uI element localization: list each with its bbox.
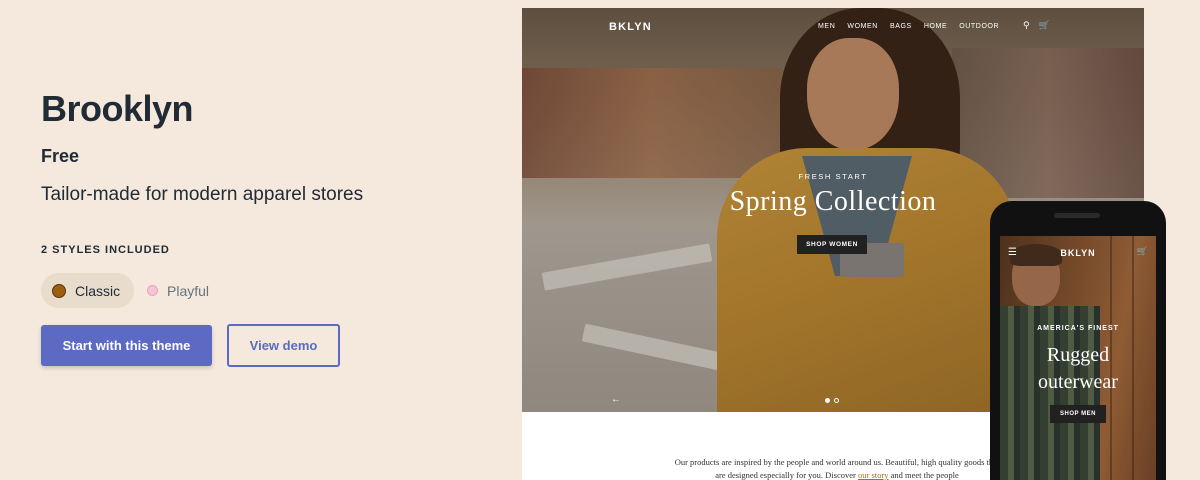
classic-swatch-icon — [52, 283, 66, 298]
shop-men-button[interactable]: SHOP MEN — [1050, 405, 1106, 423]
slideshow-dots — [825, 398, 839, 403]
style-option-label: Classic — [75, 282, 121, 299]
nav-item-men[interactable]: MEN — [818, 23, 835, 30]
mobile-headline-line1: Rugged — [1046, 344, 1110, 366]
nav-item-women[interactable]: WOMEN — [847, 23, 878, 30]
arrow-left-icon[interactable]: ← — [611, 394, 621, 405]
style-option-playful[interactable]: Playful — [136, 273, 223, 308]
mobile-headline-line2: outerwear — [1038, 371, 1118, 393]
cart-icon[interactable]: 🛒 — [1039, 20, 1050, 31]
our-story-link[interactable]: our story — [858, 470, 888, 480]
intro-text: Our products are inspired by the people … — [672, 456, 1002, 480]
theme-tagline: Tailor-made for modern apparel stores — [41, 184, 364, 205]
phone-speaker — [1054, 213, 1100, 218]
view-demo-button[interactable]: View demo — [227, 324, 340, 367]
nav-item-bags[interactable]: BAGS — [890, 23, 912, 30]
phone-screen: ☰ BKLYN 🛒 AMERICA'S FINEST Rugged outerw… — [1000, 236, 1156, 480]
slide-dot[interactable] — [825, 398, 830, 403]
theme-price: Free — [41, 146, 80, 166]
playful-swatch-icon — [147, 285, 158, 296]
slide-dot[interactable] — [834, 398, 839, 403]
search-icon[interactable]: ⚲ — [1023, 20, 1030, 31]
styles-heading: 2 STYLES INCLUDED — [41, 244, 170, 256]
mobile-hero-headline: Rugged outerwear — [1000, 342, 1156, 396]
theme-title: Brooklyn — [41, 88, 194, 129]
hero-kicker: FRESH START — [798, 172, 868, 181]
mobile-store-logo[interactable]: BKLYN — [1000, 248, 1156, 258]
style-option-label: Playful — [167, 282, 210, 299]
store-logo[interactable]: BKLYN — [609, 21, 652, 33]
mobile-hero-kicker: AMERICA'S FINEST — [1037, 325, 1119, 332]
store-nav-icons: ⚲ 🛒 — [1023, 20, 1050, 31]
nav-item-home[interactable]: HOME — [924, 23, 947, 30]
mobile-preview: ☰ BKLYN 🛒 AMERICA'S FINEST Rugged outerw… — [990, 201, 1166, 480]
theme-info-panel: Brooklyn Free Tailor-made for modern app… — [41, 0, 481, 480]
shop-women-button[interactable]: SHOP WOMEN — [797, 235, 867, 254]
start-with-theme-button[interactable]: Start with this theme — [41, 325, 212, 366]
store-nav: MEN WOMEN BAGS HOME OUTDOOR — [818, 23, 999, 30]
intro-text-part2: and meet the people — [890, 470, 959, 480]
cart-icon[interactable]: 🛒 — [1137, 246, 1148, 257]
style-option-classic[interactable]: Classic — [41, 273, 135, 308]
nav-item-outdoor[interactable]: OUTDOOR — [959, 23, 999, 30]
